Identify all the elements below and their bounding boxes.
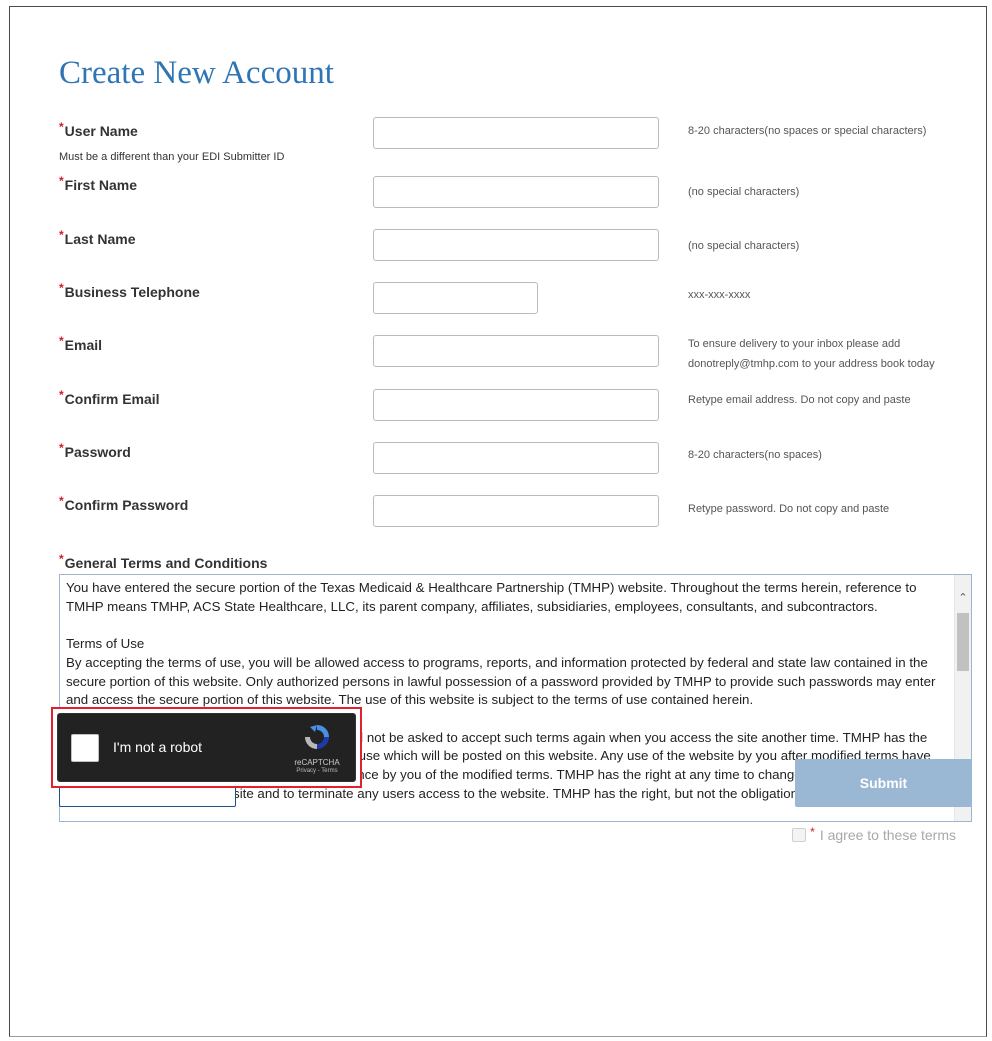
email-hint-line-2: donotreply@tmhp.com to your address book… (688, 358, 935, 370)
password-hint: 8-20 characters(no spaces) (688, 449, 822, 461)
required-marker: * (59, 441, 64, 455)
required-marker: * (59, 552, 64, 566)
business-telephone-input[interactable] (373, 282, 538, 314)
last-name-hint: (no special characters) (688, 240, 800, 252)
recaptcha-links: Privacy - Terms (292, 768, 342, 774)
privacy-link[interactable]: Privacy (296, 768, 316, 774)
email-label: *Email (59, 334, 103, 353)
confirm-password-label: *Confirm Password (59, 494, 189, 513)
scroll-thumb[interactable] (957, 613, 969, 671)
first-name-label: *First Name (59, 174, 138, 193)
create-account-form: Create New Account *User Name Must be a … (9, 6, 987, 1037)
recaptcha-logo: reCAPTCHA Privacy - Terms (292, 722, 342, 774)
first-name-hint: (no special characters) (688, 186, 800, 198)
confirm-email-label: *Confirm Email (59, 388, 160, 407)
email-hint-line-1: To ensure delivery to your inbox please … (688, 338, 901, 350)
user-name-hint: 8-20 characters(no spaces or special cha… (688, 125, 927, 137)
terms-paragraph: By accepting the terms of use, you will … (66, 654, 936, 708)
recaptcha-widget: I'm not a robot reCAPTCHA Privacy - Term… (57, 713, 356, 782)
user-name-sublabel: Must be a different than your EDI Submit… (59, 151, 285, 163)
scroll-up-icon[interactable]: ⌃ (955, 591, 971, 604)
required-marker: * (59, 174, 64, 188)
password-input[interactable] (373, 442, 659, 474)
required-marker: * (59, 120, 64, 134)
recaptcha-label: I'm not a robot (113, 739, 203, 755)
confirm-email-input[interactable] (373, 389, 659, 421)
confirm-email-hint: Retype email address. Do not copy and pa… (688, 394, 911, 406)
recaptcha-checkbox[interactable] (71, 734, 99, 762)
terms-paragraph: You have entered the secure portion of t… (66, 580, 917, 614)
business-telephone-hint: xxx-xxx-xxxx (688, 289, 751, 301)
terms-label: *General Terms and Conditions (59, 552, 268, 571)
user-name-label: *User Name (59, 120, 138, 139)
required-marker: * (810, 825, 815, 839)
recaptcha-brand: reCAPTCHA (294, 758, 340, 767)
confirm-password-hint: Retype password. Do not copy and paste (688, 503, 890, 515)
terms-heading: Terms of Use (66, 636, 145, 652)
recaptcha-icon (305, 725, 329, 749)
agree-terms[interactable]: * I agree to these terms (792, 825, 956, 843)
required-marker: * (59, 281, 64, 295)
confirm-password-input[interactable] (373, 495, 659, 527)
business-telephone-label: *Business Telephone (59, 281, 200, 300)
email-hint: To ensure delivery to your inbox please … (688, 334, 935, 374)
agree-label: I agree to these terms (819, 827, 956, 843)
required-marker: * (59, 228, 64, 242)
agree-checkbox[interactable] (792, 828, 807, 842)
email-input[interactable] (373, 335, 659, 367)
submit-button[interactable]: Submit (795, 759, 972, 807)
user-name-input[interactable] (373, 117, 659, 149)
required-marker: * (59, 388, 64, 402)
required-marker: * (59, 494, 64, 508)
page-title: Create New Account (59, 55, 334, 91)
terms-link[interactable]: Terms (321, 768, 337, 774)
password-label: *Password (59, 441, 131, 460)
first-name-input[interactable] (373, 176, 659, 208)
required-marker: * (59, 334, 64, 348)
last-name-label: *Last Name (59, 228, 136, 247)
last-name-input[interactable] (373, 229, 659, 261)
captcha-highlight: I'm not a robot reCAPTCHA Privacy - Term… (51, 707, 362, 788)
